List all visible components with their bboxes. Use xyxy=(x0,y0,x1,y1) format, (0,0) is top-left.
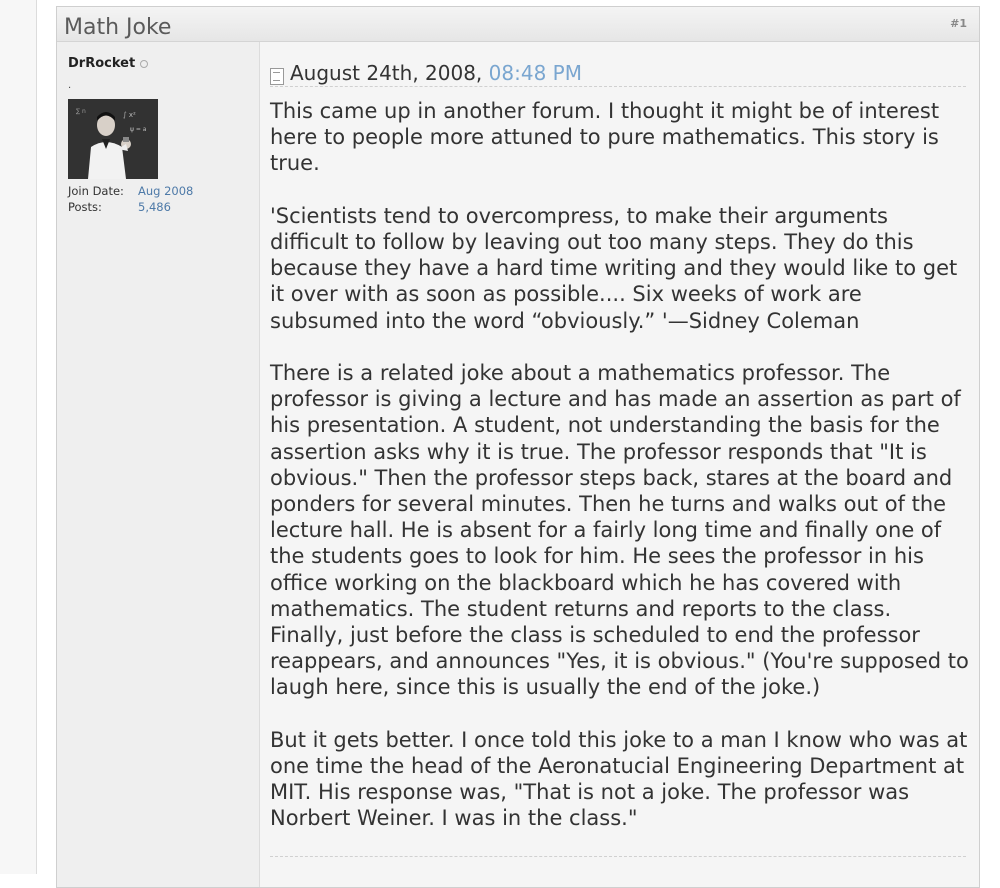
user-info-panel: DrRocket . ∫ x² ψ = a ∑ n Join Date: Aug … xyxy=(57,42,260,887)
post-date-row: August 24th, 2008, 08:48 PM xyxy=(270,52,966,87)
username-link[interactable]: DrRocket xyxy=(68,56,135,71)
offline-status-icon xyxy=(140,59,149,68)
user-title: . xyxy=(68,80,72,91)
post-time: 08:48 PM xyxy=(488,61,582,85)
join-date-stat: Join Date: Aug 2008 xyxy=(68,184,193,198)
forum-post: Math Joke #1 DrRocket . ∫ x² ψ = a ∑ n J… xyxy=(56,6,980,888)
posts-label: Posts: xyxy=(68,200,102,214)
post-document-icon xyxy=(270,68,284,85)
post-header: Math Joke #1 xyxy=(57,7,979,42)
join-date-value: Aug 2008 xyxy=(138,184,194,198)
left-margin-strip xyxy=(0,0,37,874)
svg-text:∑ n: ∑ n xyxy=(76,108,86,115)
post-message: This came up in another forum. I thought… xyxy=(270,98,970,858)
post-content-area: August 24th, 2008, 08:48 PM This came up… xyxy=(260,42,979,887)
join-date-label: Join Date: xyxy=(68,184,124,198)
post-number-link[interactable]: #1 xyxy=(950,17,967,30)
post-paragraph: But it gets better. I once told this jok… xyxy=(270,727,968,831)
post-paragraph: This came up in another forum. I thought… xyxy=(270,99,940,176)
svg-text:∫ x²: ∫ x² xyxy=(123,111,136,119)
post-paragraph: 'Scientists tend to overcompress, to mak… xyxy=(270,203,958,333)
post-paragraph: There is a related joke about a mathemat… xyxy=(270,361,969,700)
post-title: Math Joke xyxy=(64,15,172,40)
posts-value: 5,486 xyxy=(138,200,171,214)
posts-stat: Posts: 5,486 xyxy=(68,200,171,214)
avatar-photo-icon: ∫ x² ψ = a ∑ n xyxy=(68,99,158,179)
username-row: DrRocket xyxy=(68,56,149,71)
post-footer-divider xyxy=(270,856,966,857)
svg-text:ψ = a: ψ = a xyxy=(130,126,147,133)
post-date: August 24th, 2008, 08:48 PM xyxy=(290,61,582,85)
avatar[interactable]: ∫ x² ψ = a ∑ n xyxy=(68,99,158,179)
post-date-text: August 24th, 2008, xyxy=(290,61,483,85)
